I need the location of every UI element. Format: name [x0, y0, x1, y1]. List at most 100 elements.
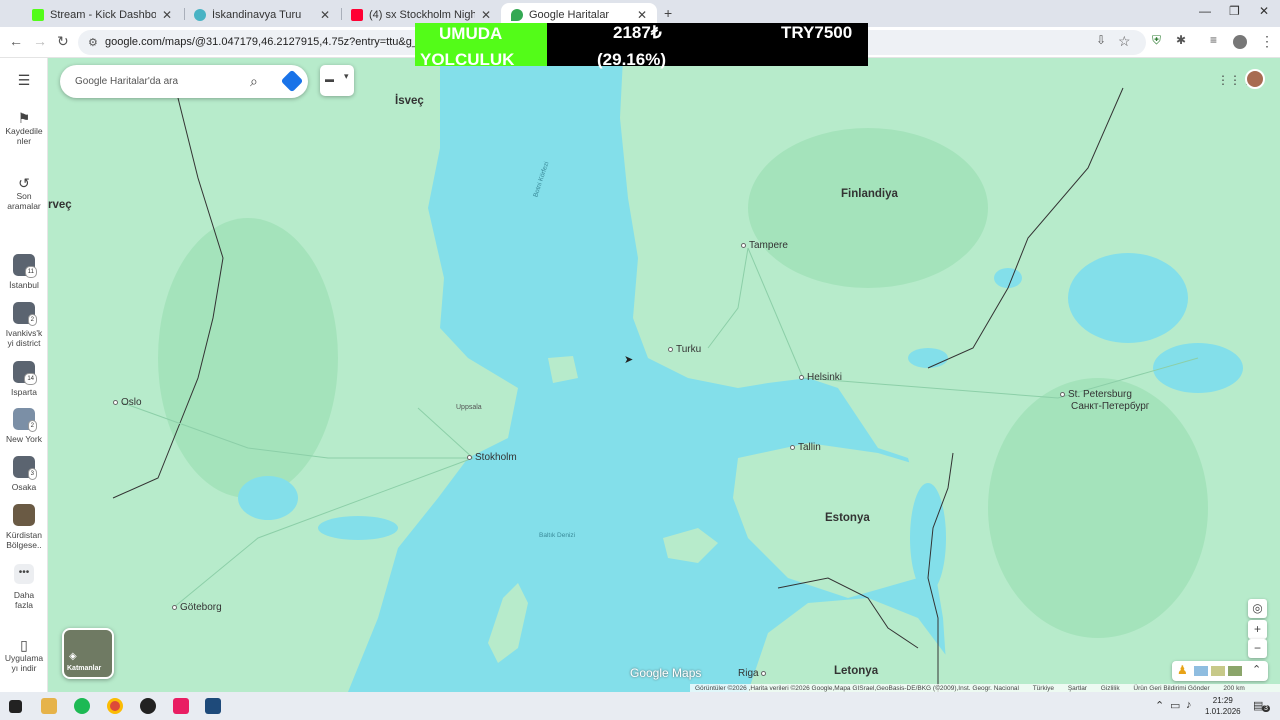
crosshair-icon: ◎	[1252, 601, 1263, 615]
bookmark-star-icon[interactable]: ☆	[1118, 33, 1131, 50]
expand-icon[interactable]: ⌃	[1252, 663, 1261, 676]
extensions-icon[interactable]: ✱	[1176, 33, 1186, 47]
place-label: New York	[6, 434, 42, 444]
menu-button[interactable]: ☰	[0, 73, 48, 88]
file-explorer-icon[interactable]	[41, 698, 57, 714]
recent-place-istanbul[interactable]: 11 İstanbul	[0, 254, 48, 290]
city-turku[interactable]: Turku	[668, 344, 701, 355]
network-icon[interactable]: ▭	[1170, 699, 1180, 712]
restore-icon[interactable]: ❐	[1229, 4, 1240, 18]
imagery-thumb[interactable]	[1228, 666, 1242, 676]
city-tampere[interactable]: Tampere	[741, 240, 788, 251]
city-st-petersburg[interactable]: St. Petersburg	[1060, 389, 1132, 400]
new-tab-button[interactable]: +	[664, 5, 672, 21]
city-tallinn[interactable]: Tallin	[790, 442, 821, 453]
app-label-2: yı indir	[11, 663, 37, 673]
search-box[interactable]: Google Haritalar'da ara ⌕	[60, 65, 308, 98]
history-icon: ↺	[18, 175, 30, 191]
site-info-icon[interactable]: ⚙	[88, 36, 98, 49]
profile-avatar[interactable]	[1233, 35, 1247, 49]
hamburger-icon[interactable]: ☰	[0, 73, 48, 87]
close-icon[interactable]: ✕	[481, 8, 491, 22]
place-label: Ivankivs'k	[5, 328, 43, 338]
country-link[interactable]: Türkiye	[1033, 685, 1054, 692]
overlay-title-box: UMUDA YOLCULUK	[415, 23, 547, 66]
map-canvas[interactable]: İsveç rveç Finlandiya Estonya Letonya Ta…	[48, 58, 1280, 692]
layers-button[interactable]: ◈ Katmanlar	[62, 628, 114, 679]
place-thumbnail: 14	[13, 361, 37, 385]
app-icon[interactable]	[173, 698, 189, 714]
place-thumbnail	[13, 504, 35, 526]
place-label: İstanbul	[9, 280, 39, 290]
city-riga[interactable]: Riga	[738, 668, 769, 679]
zoom-out-button[interactable]: −	[1248, 639, 1267, 658]
search-input[interactable]: Google Haritalar'da ara	[75, 76, 178, 87]
windows-taskbar: ⌃ ▭ ♪ 21:29 1.01.2026 ▤ 3	[0, 692, 1280, 720]
bookmark-icon: ⚑	[17, 110, 31, 126]
place-thumbnail: 3	[13, 456, 37, 480]
tab-iskandinavya[interactable]: İskandinavya Turu ✕	[184, 3, 340, 27]
place-label: Kürdistan	[6, 530, 42, 540]
tab-kick-dashboard[interactable]: Stream - Kick Dashboard ✕	[22, 3, 182, 27]
extension-shield-icon[interactable]: ⛨	[1152, 33, 1161, 48]
recent-place-isparta[interactable]: 14 Isparta	[0, 361, 48, 397]
directions-icon[interactable]	[280, 69, 304, 93]
more-button[interactable]: ••• Daha fazla	[0, 564, 48, 610]
search-icon[interactable]: ⌕	[250, 73, 258, 90]
scale-label[interactable]: 200 km	[1223, 685, 1244, 692]
layers-icon: ◈	[69, 651, 77, 662]
place-label-2: Bölgese..	[6, 540, 42, 550]
recent-button[interactable]: ↺ Son aramalar	[0, 175, 48, 211]
forward-icon[interactable]: →	[33, 33, 47, 49]
close-icon[interactable]: ✕	[320, 8, 330, 22]
saved-button[interactable]: ⚑ Kaydedile nler	[0, 110, 48, 146]
obs-icon[interactable]	[140, 698, 156, 714]
recent-place-ivankiv[interactable]: 2 Ivankivs'k yi district	[0, 302, 48, 348]
close-icon[interactable]: ✕	[637, 8, 647, 22]
city-oslo[interactable]: Oslo	[113, 397, 142, 408]
privacy-link[interactable]: Gizlilik	[1101, 685, 1120, 692]
transit-filter-button[interactable]: ▬ ▾	[320, 65, 354, 96]
recent-place-osaka[interactable]: 3 Osaka	[0, 456, 48, 492]
label-latvia[interactable]: Letonya	[834, 665, 878, 677]
chrome-icon[interactable]	[107, 698, 123, 714]
get-app-button[interactable]: ▯ Uygulama yı indir	[0, 638, 48, 673]
install-app-icon[interactable]: ⇩	[1096, 33, 1106, 47]
tray-chevron-icon[interactable]: ⌃	[1155, 699, 1164, 712]
windows-start-icon[interactable]	[9, 700, 22, 713]
menu-kebab-icon[interactable]: ⋮	[1260, 33, 1274, 50]
avatar[interactable]	[1245, 69, 1265, 89]
label-estonia[interactable]: Estonya	[825, 512, 870, 524]
label-finland[interactable]: Finlandiya	[841, 188, 898, 200]
recent-place-new-york[interactable]: 2 New York	[0, 408, 48, 444]
city-goteborg[interactable]: Göteborg	[172, 602, 222, 613]
recent-place-kurdistan[interactable]: Kürdistan Bölgese..	[0, 504, 48, 550]
city-stockholm[interactable]: Stokholm	[467, 452, 517, 463]
donation-amount: 2187₺	[613, 23, 662, 42]
close-icon[interactable]: ✕	[162, 8, 172, 22]
imagery-thumb[interactable]	[1211, 666, 1225, 676]
my-location-button[interactable]: ◎	[1248, 599, 1267, 618]
terms-link[interactable]: Şartlar	[1068, 685, 1087, 692]
label-norway[interactable]: rveç	[48, 199, 72, 211]
spotify-icon[interactable]	[74, 698, 90, 714]
window-close-icon[interactable]: ✕	[1259, 4, 1269, 18]
city-uppsala[interactable]: Uppsala	[456, 404, 482, 411]
label-sweden[interactable]: İsveç	[395, 95, 424, 107]
back-icon[interactable]: ←	[9, 33, 23, 49]
city-helsinki[interactable]: Helsinki	[799, 372, 842, 383]
calculator-icon[interactable]	[205, 698, 221, 714]
minimize-icon[interactable]: —	[1199, 4, 1211, 18]
imagery-thumb[interactable]	[1194, 666, 1208, 676]
pegman-icon[interactable]: ♟	[1177, 663, 1188, 677]
zoom-in-button[interactable]: +	[1248, 620, 1267, 639]
layers-label: Katmanlar	[67, 665, 102, 672]
feedback-link[interactable]: Ürün Geri Bildirimi Gönder	[1133, 685, 1209, 692]
taskbar-clock[interactable]: 21:29 1.01.2026	[1205, 695, 1241, 717]
count-badge: 2	[27, 314, 37, 326]
chevron-down-icon[interactable]: ▾	[344, 71, 349, 82]
reload-icon[interactable]: ↻	[57, 33, 69, 50]
volume-icon[interactable]: ♪	[1186, 699, 1192, 711]
city-st-petersburg-ru[interactable]: Санкт-Петербург	[1071, 401, 1149, 412]
media-control-icon[interactable]: ≡	[1210, 33, 1217, 47]
